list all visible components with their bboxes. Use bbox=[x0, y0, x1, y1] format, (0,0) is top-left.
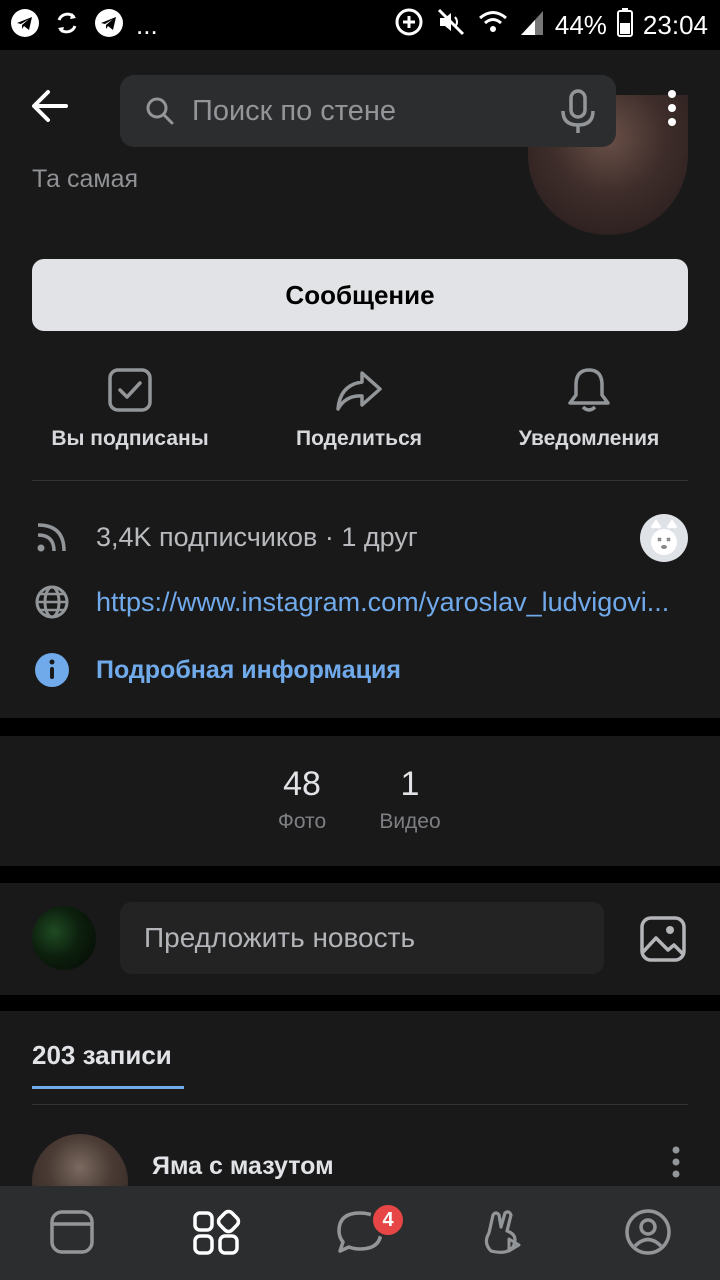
clock: 23:04 bbox=[642, 10, 708, 40]
battery-percent: 44% bbox=[554, 10, 607, 40]
link-row[interactable]: https://www.instagram.com/yaroslav_ludvi… bbox=[32, 577, 688, 627]
share-action[interactable]: Поделиться bbox=[244, 365, 474, 451]
feed-icon bbox=[50, 1210, 94, 1254]
profile-icon bbox=[625, 1209, 671, 1255]
nav-clips[interactable] bbox=[476, 1204, 532, 1260]
divider bbox=[32, 480, 688, 481]
microphone-icon[interactable] bbox=[558, 89, 598, 140]
videos-label: Видео bbox=[379, 810, 441, 833]
signal-icon bbox=[519, 7, 545, 44]
bottom-navigation bbox=[0, 1186, 720, 1280]
tab-indicator bbox=[32, 1086, 184, 1089]
clips-icon bbox=[484, 1210, 521, 1254]
more-menu-button[interactable] bbox=[654, 82, 690, 138]
share-arrow-icon bbox=[334, 365, 384, 415]
back-button[interactable] bbox=[28, 78, 84, 134]
sync-icon bbox=[52, 8, 82, 43]
nav-profile[interactable] bbox=[620, 1204, 676, 1260]
status-bar: ... 44% 23:04 bbox=[0, 0, 720, 50]
data-saver-icon bbox=[393, 6, 425, 45]
search-box[interactable]: Поиск по стене bbox=[120, 75, 616, 147]
friend-avatar[interactable] bbox=[640, 514, 688, 562]
notifications-action[interactable]: Уведомления bbox=[474, 365, 704, 451]
search-input[interactable]: Поиск по стене bbox=[192, 75, 532, 147]
telegram-icon bbox=[94, 8, 124, 43]
videos-count: 1 bbox=[400, 765, 420, 803]
attach-photo-button[interactable] bbox=[638, 914, 688, 964]
user-avatar bbox=[32, 906, 96, 970]
bell-icon bbox=[564, 365, 614, 415]
photos-count: 48 bbox=[283, 765, 321, 803]
divider bbox=[32, 1104, 688, 1105]
telegram-icon bbox=[10, 8, 40, 43]
more-vertical-icon bbox=[672, 1146, 680, 1178]
image-icon bbox=[640, 916, 686, 962]
suggest-news-input[interactable]: Предложить новость bbox=[144, 902, 584, 974]
services-icon bbox=[193, 1209, 241, 1255]
message-button[interactable]: Сообщение bbox=[32, 259, 688, 331]
arrow-left-icon bbox=[32, 90, 68, 122]
wifi-icon bbox=[477, 6, 509, 45]
post-author-name[interactable]: Яма с мазутом bbox=[152, 1152, 334, 1181]
rss-icon bbox=[32, 517, 72, 557]
subscribers-count: 3,4K подписчиков · 1 друг bbox=[96, 521, 418, 552]
messages-badge: 4 bbox=[370, 1202, 406, 1238]
details-row[interactable]: Подробная информация bbox=[32, 645, 688, 695]
tab-posts[interactable]: 203 записи bbox=[32, 1040, 172, 1071]
videos-counter[interactable]: 1 Видео bbox=[360, 765, 460, 834]
suggest-news-field[interactable]: Предложить новость bbox=[120, 902, 604, 974]
profile-link[interactable]: https://www.instagram.com/yaroslav_ludvi… bbox=[96, 587, 686, 618]
deactivated-dog-icon bbox=[650, 519, 678, 555]
photos-label: Фото bbox=[277, 810, 327, 833]
info-icon bbox=[32, 650, 72, 690]
mute-icon bbox=[435, 6, 467, 45]
battery-icon bbox=[616, 7, 633, 44]
share-label: Поделиться bbox=[295, 427, 423, 450]
globe-icon bbox=[32, 582, 72, 622]
photos-counter[interactable]: 48 Фото bbox=[252, 765, 352, 834]
post-more-button[interactable] bbox=[664, 1144, 688, 1184]
subscribed-label: Вы подписаны bbox=[51, 427, 209, 450]
subscribers-row[interactable]: 3,4K подписчиков · 1 друг bbox=[32, 512, 688, 562]
more-vertical-icon bbox=[668, 90, 676, 126]
notification-overflow: ... bbox=[136, 10, 158, 40]
details-link[interactable]: Подробная информация bbox=[96, 656, 401, 685]
subscribed-action[interactable]: Вы подписаны bbox=[15, 365, 245, 451]
nav-feed[interactable] bbox=[44, 1204, 100, 1260]
nav-services[interactable] bbox=[188, 1204, 244, 1260]
check-square-icon bbox=[105, 365, 155, 415]
search-icon bbox=[144, 95, 176, 132]
notifications-label: Уведомления bbox=[518, 427, 660, 450]
profile-status: Та самая bbox=[32, 165, 139, 193]
